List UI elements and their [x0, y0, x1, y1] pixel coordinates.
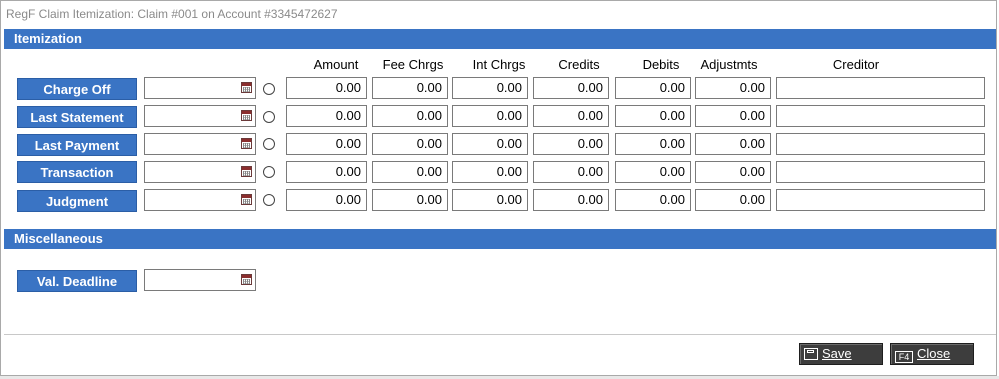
judgment-fee-chrgs-field[interactable]: 0.00 [372, 189, 448, 211]
judgment-amount-field[interactable]: 0.00 [286, 189, 367, 211]
itemization-section-header: Itemization [4, 29, 996, 49]
last-statement-amount-field[interactable]: 0.00 [286, 105, 367, 127]
last-payment-label: Last Payment [17, 134, 137, 156]
val-deadline-date-field[interactable] [144, 269, 256, 291]
charge-off-date-field[interactable] [144, 77, 256, 99]
calendar-icon[interactable] [241, 166, 252, 177]
last-payment-fee-chrgs-field[interactable]: 0.00 [372, 133, 448, 155]
transaction-creditor-field[interactable] [776, 161, 985, 183]
judgment-date-field[interactable] [144, 189, 256, 211]
close-button[interactable]: F4 Close [890, 343, 974, 365]
charge-off-label: Charge Off [17, 78, 137, 100]
judgment-adjustmts-field[interactable]: 0.00 [695, 189, 771, 211]
column-header-int-chrgs: Int Chrgs [472, 57, 526, 72]
judgment-int-chrgs-field[interactable]: 0.00 [452, 189, 528, 211]
footer-divider [4, 334, 996, 335]
calendar-icon[interactable] [241, 274, 252, 285]
f4-key-icon: F4 [895, 351, 913, 363]
last-payment-debits-field[interactable]: 0.00 [615, 133, 691, 155]
charge-off-debits-field[interactable]: 0.00 [615, 77, 691, 99]
calendar-icon[interactable] [241, 110, 252, 121]
last-statement-adjustmts-field[interactable]: 0.00 [695, 105, 771, 127]
charge-off-adjustmts-field[interactable]: 0.00 [695, 77, 771, 99]
judgment-credits-field[interactable]: 0.00 [533, 189, 609, 211]
column-header-credits: Credits [558, 57, 600, 72]
window-title: RegF Claim Itemization: Claim #001 on Ac… [6, 7, 338, 21]
charge-off-creditor-field[interactable] [776, 77, 985, 99]
last-payment-credits-field[interactable]: 0.00 [533, 133, 609, 155]
judgment-debits-field[interactable]: 0.00 [615, 189, 691, 211]
judgment-label: Judgment [17, 190, 137, 212]
transaction-amount-field[interactable]: 0.00 [286, 161, 367, 183]
claim-itemization-window: RegF Claim Itemization: Claim #001 on Ac… [0, 0, 997, 376]
floppy-disk-icon [804, 348, 818, 360]
last-statement-debits-field[interactable]: 0.00 [615, 105, 691, 127]
calendar-icon[interactable] [241, 138, 252, 149]
last-payment-adjustmts-field[interactable]: 0.00 [695, 133, 771, 155]
last-payment-int-chrgs-field[interactable]: 0.00 [452, 133, 528, 155]
last-statement-int-chrgs-field[interactable]: 0.00 [452, 105, 528, 127]
column-header-adjustmts: Adjustmts [700, 57, 758, 72]
column-header-creditor: Creditor [832, 57, 880, 72]
charge-off-credits-field[interactable]: 0.00 [533, 77, 609, 99]
charge-off-amount-field[interactable]: 0.00 [286, 77, 367, 99]
last-statement-radio[interactable] [263, 111, 275, 123]
transaction-int-chrgs-field[interactable]: 0.00 [452, 161, 528, 183]
last-statement-creditor-field[interactable] [776, 105, 985, 127]
last-statement-credits-field[interactable]: 0.00 [533, 105, 609, 127]
column-header-amount: Amount [313, 57, 359, 72]
charge-off-int-chrgs-field[interactable]: 0.00 [452, 77, 528, 99]
last-payment-radio[interactable] [263, 138, 275, 150]
column-header-fee-chrgs: Fee Chrgs [382, 57, 444, 72]
last-payment-date-field[interactable] [144, 133, 256, 155]
charge-off-radio[interactable] [263, 83, 275, 95]
judgment-radio[interactable] [263, 194, 275, 206]
charge-off-fee-chrgs-field[interactable]: 0.00 [372, 77, 448, 99]
last-statement-date-field[interactable] [144, 105, 256, 127]
judgment-creditor-field[interactable] [776, 189, 985, 211]
miscellaneous-section-header: Miscellaneous [4, 229, 996, 249]
transaction-label: Transaction [17, 161, 137, 183]
transaction-radio[interactable] [263, 166, 275, 178]
transaction-fee-chrgs-field[interactable]: 0.00 [372, 161, 448, 183]
save-button-label: Save [822, 346, 852, 361]
last-statement-label: Last Statement [17, 106, 137, 128]
close-button-label: Close [917, 346, 951, 361]
transaction-date-field[interactable] [144, 161, 256, 183]
last-payment-creditor-field[interactable] [776, 133, 985, 155]
save-button[interactable]: Save [799, 343, 883, 365]
transaction-adjustmts-field[interactable]: 0.00 [695, 161, 771, 183]
val-deadline-label: Val. Deadline [17, 270, 137, 292]
last-statement-fee-chrgs-field[interactable]: 0.00 [372, 105, 448, 127]
calendar-icon[interactable] [241, 194, 252, 205]
transaction-debits-field[interactable]: 0.00 [615, 161, 691, 183]
calendar-icon[interactable] [241, 82, 252, 93]
last-payment-amount-field[interactable]: 0.00 [286, 133, 367, 155]
transaction-credits-field[interactable]: 0.00 [533, 161, 609, 183]
